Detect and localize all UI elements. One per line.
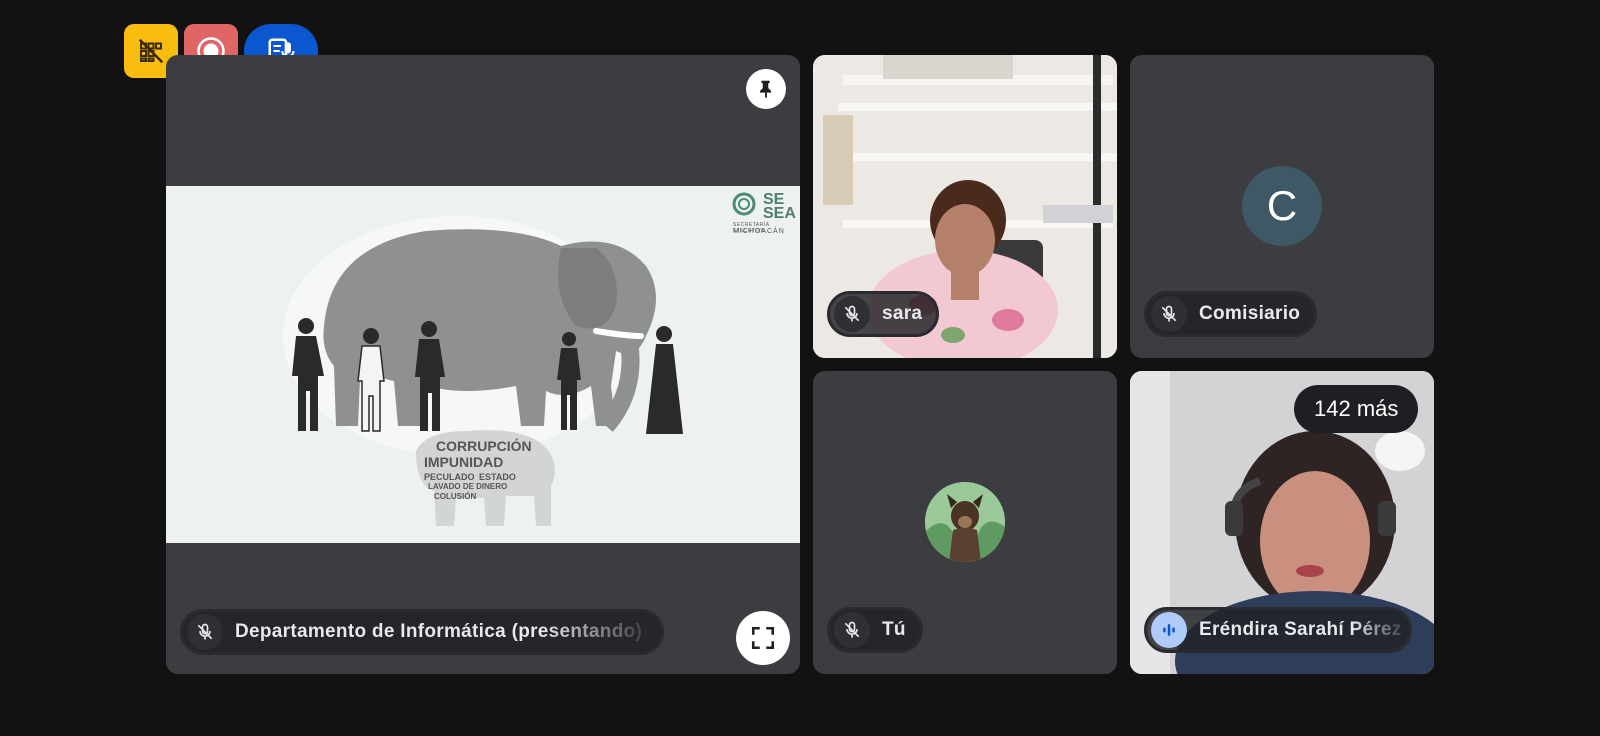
word-cloud-2: IMPUNIDAD (424, 454, 504, 470)
presenter-name: Departamento de Informática (presentando… (235, 621, 643, 642)
mic-off-icon (834, 612, 870, 648)
slide-logo-subtitle-2: MICHOACÁN (733, 228, 785, 235)
grid-off-icon (138, 38, 164, 64)
avatar: C (1242, 166, 1322, 246)
participant-tile-sara[interactable]: sara (813, 55, 1117, 358)
erendira-name-tag: Eréndira Sarahí Pérez (1144, 607, 1412, 653)
word-cloud-4: ESTADO (479, 472, 516, 482)
presentation-tile[interactable]: SE SEA SECRETARÍA EJECUTIVA MICHOACÁN CO… (166, 55, 800, 674)
comisiario-name: Comisiario (1199, 303, 1301, 324)
more-participants-badge[interactable]: 142 más (1294, 385, 1419, 433)
mic-off-icon (834, 296, 870, 332)
participant-tile-erendira[interactable]: 142 más Eréndira Sarahí Pérez (1130, 371, 1434, 674)
word-cloud-5: LAVADO DE DINERO (428, 482, 508, 491)
pin-button[interactable] (746, 69, 786, 109)
sara-name-tag: sara (827, 291, 940, 337)
fullscreen-button[interactable] (736, 611, 790, 665)
self-name: Tú (882, 619, 906, 640)
shared-slide: SE SEA SECRETARÍA EJECUTIVA MICHOACÁN CO… (166, 186, 800, 543)
self-name-tag: Tú (827, 607, 923, 653)
participant-tile-comisiario[interactable]: C Comisiario (1130, 55, 1434, 358)
sara-name: sara (882, 303, 923, 324)
comisiario-name-tag: Comisiario (1144, 291, 1318, 337)
speaking-indicator-icon (1151, 612, 1187, 648)
mic-off-icon (187, 614, 223, 650)
mic-off-icon (1151, 296, 1187, 332)
word-cloud-1: CORRUPCIÓN (436, 438, 532, 454)
avatar (925, 482, 1005, 562)
word-cloud-6: COLUSIÓN (434, 492, 477, 501)
fullscreen-icon (751, 626, 775, 650)
erendira-name: Eréndira Sarahí Pérez (1199, 619, 1402, 640)
word-cloud-3: PECULADO (424, 472, 475, 482)
presenter-name-tag: Departamento de Informática (presentando… (180, 609, 664, 655)
avatar-initial: C (1266, 182, 1298, 229)
slide-logo-bottom: SEA (763, 205, 796, 222)
participant-tile-self[interactable]: Tú (813, 371, 1117, 674)
pin-icon (760, 80, 772, 99)
